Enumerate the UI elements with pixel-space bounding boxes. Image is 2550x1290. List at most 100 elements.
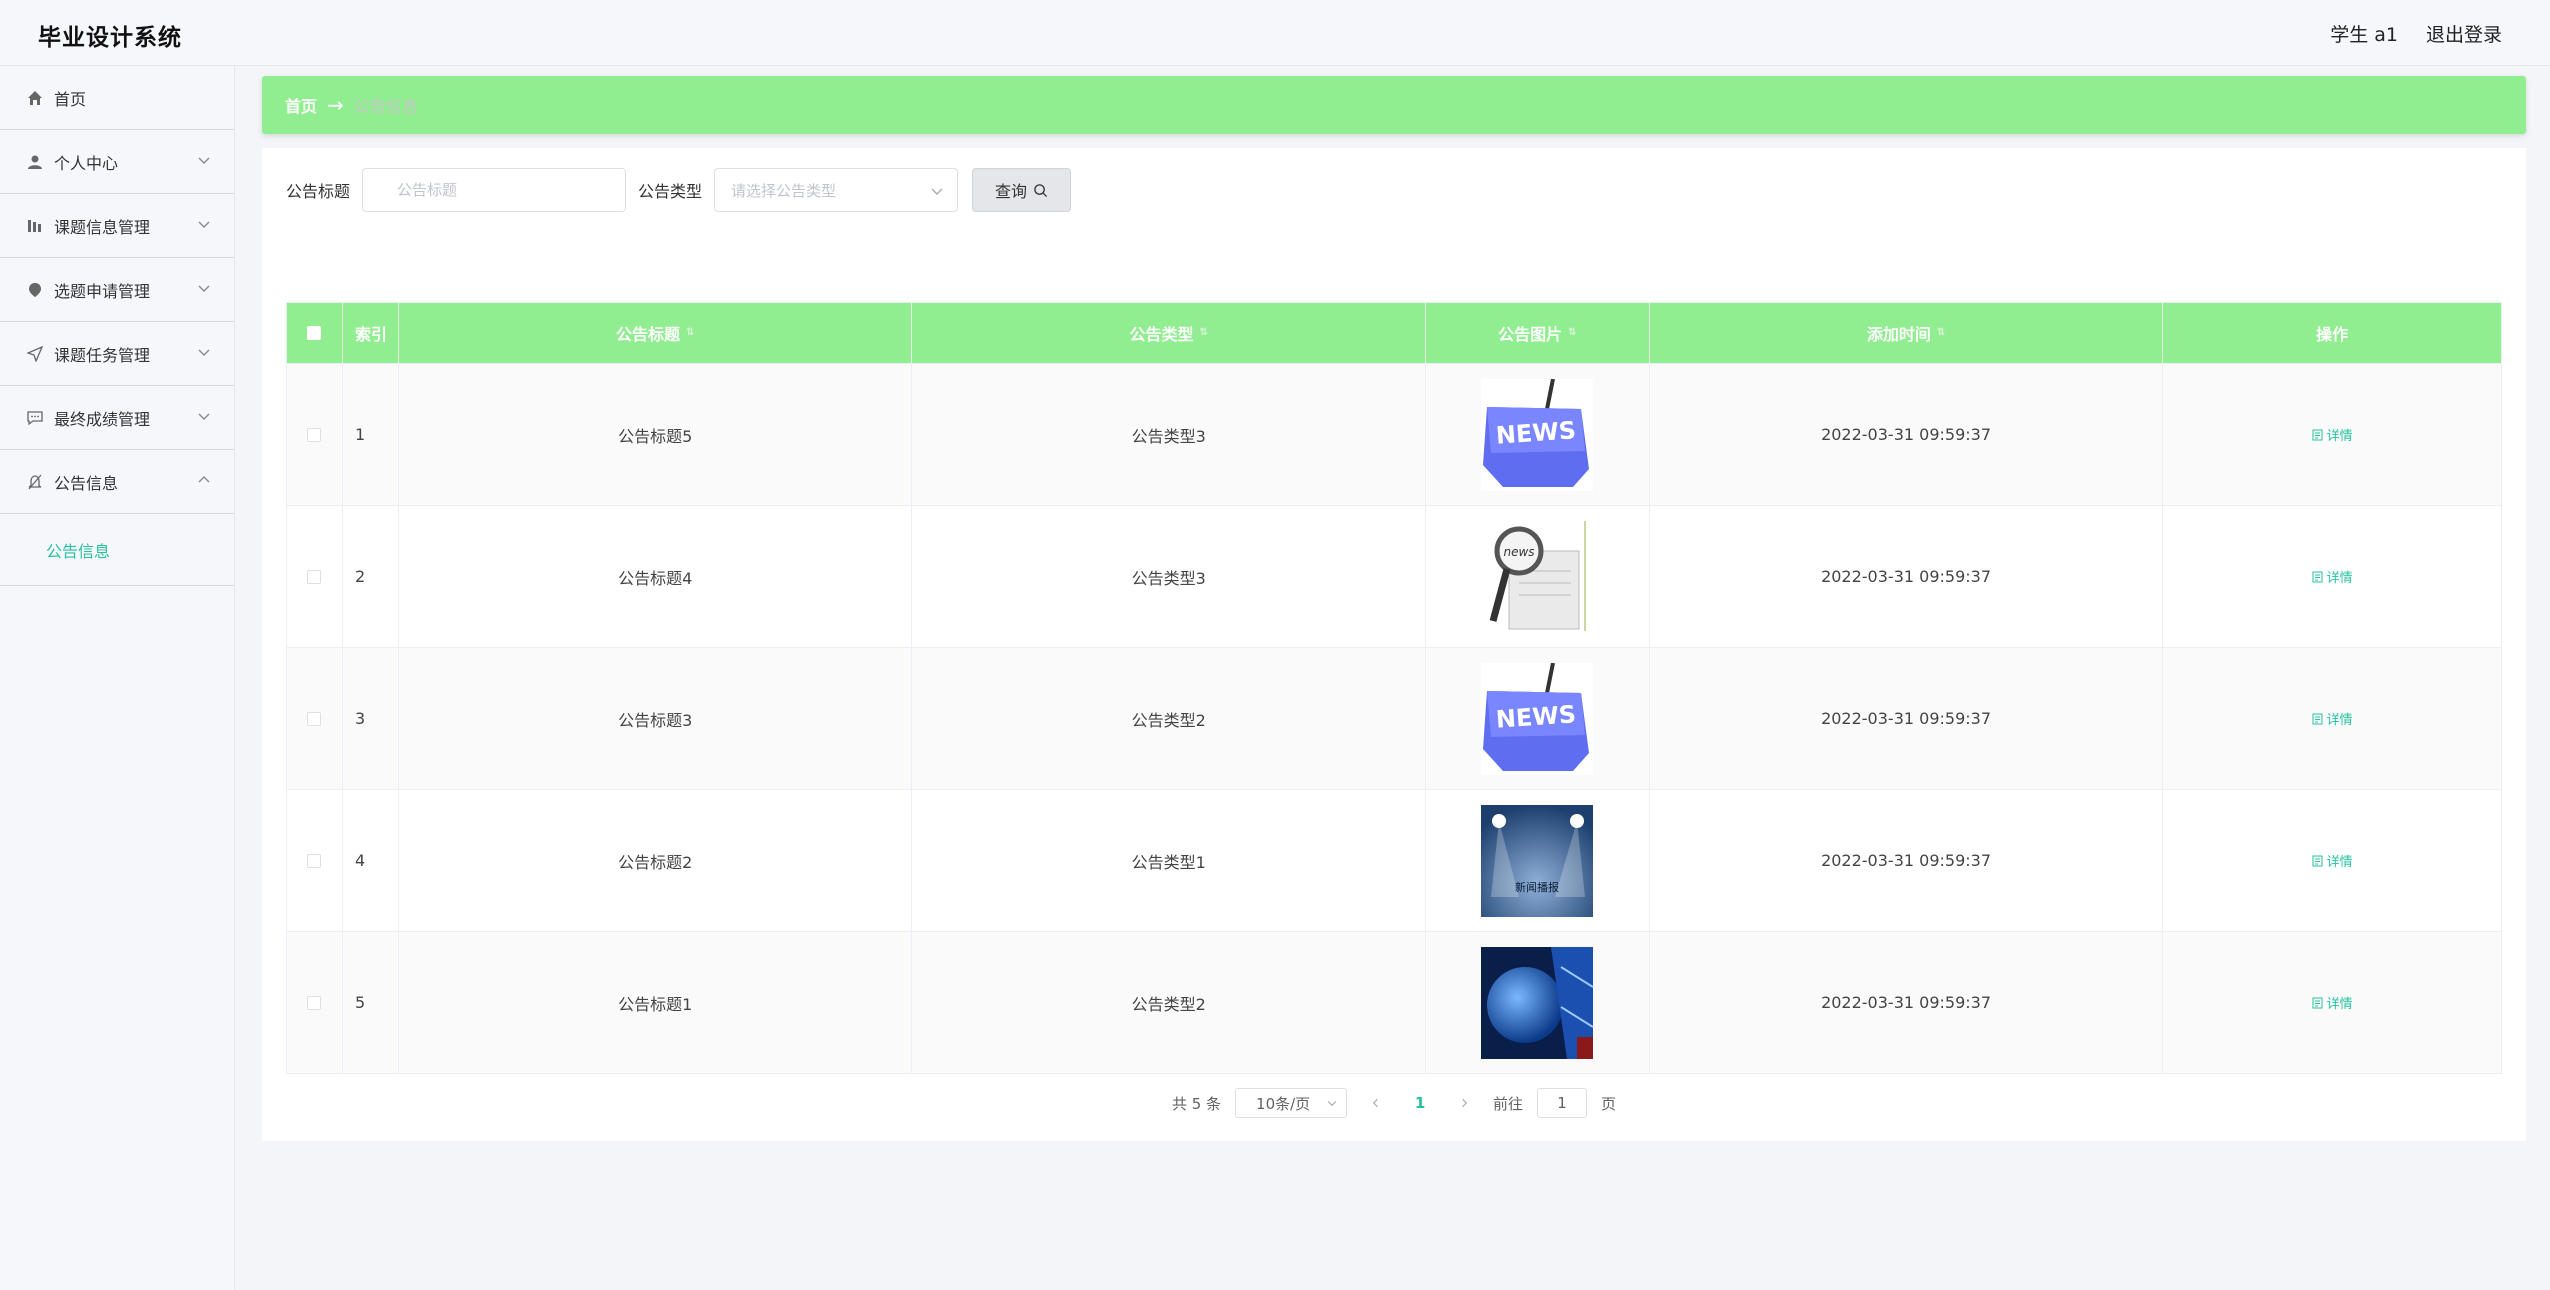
chevron-down-icon <box>198 157 210 164</box>
cell-image: NEWS <box>1426 364 1650 505</box>
row-select-cell <box>287 364 343 505</box>
column-header-type[interactable]: 公告类型 ⇅ <box>912 303 1426 363</box>
sidebar-item-home[interactable]: 首页 <box>0 66 234 130</box>
search-icon <box>1034 183 1048 197</box>
row-checkbox[interactable] <box>307 995 322 1010</box>
detail-link[interactable]: 详情 <box>2312 993 2353 1012</box>
sidebar-item-announcements[interactable]: 公告信息 <box>0 450 234 514</box>
breadcrumb: 首页 → 公告信息 <box>262 76 2526 134</box>
column-header-index: 索引 <box>343 303 399 363</box>
row-checkbox[interactable] <box>307 853 322 868</box>
cell-index: 5 <box>343 932 399 1073</box>
query-button-label: 查询 <box>995 182 1028 201</box>
announcement-image: NEWS <box>1481 662 1594 775</box>
detail-link[interactable]: 详情 <box>2312 567 2353 586</box>
table-header: 索引 公告标题 ⇅ 公告类型 ⇅ 公告图片 ⇅ 添加时间 ⇅ 操作 <box>287 303 2501 363</box>
detail-link-label: 详情 <box>2326 429 2353 444</box>
sidebar-subitem-announcements[interactable]: 公告信息 <box>0 514 234 586</box>
page-size-value: 10条/页 <box>1256 1094 1311 1113</box>
goto-page-input[interactable] <box>1537 1088 1588 1118</box>
cell-index: 4 <box>343 790 399 931</box>
home-icon <box>26 89 44 107</box>
row-checkbox[interactable] <box>307 711 322 726</box>
breadcrumb-home[interactable]: 首页 <box>285 93 317 117</box>
sidebar-item-topic-application[interactable]: 选题申请管理 <box>0 258 234 322</box>
cell-type: 公告类型1 <box>912 790 1426 931</box>
sort-icon: ⇅ <box>1936 327 1946 338</box>
announcement-image: NEWS <box>1481 378 1594 491</box>
chart-icon <box>26 217 44 235</box>
cell-title: 公告标题3 <box>399 648 913 789</box>
table-row: 3 公告标题3 公告类型2 NEWS 2022-03-31 09:59:37 详情 <box>287 647 2501 789</box>
column-header-time[interactable]: 添加时间 ⇅ <box>1650 303 2164 363</box>
sidebar-item-label: 首页 <box>54 89 87 109</box>
row-checkbox[interactable] <box>307 427 322 442</box>
main-panel: 公告标题 公告类型 请选择公告类型 查询 索引 公告标题 ⇅ 公告类型 ⇅ 公告图片… <box>262 148 2526 1141</box>
select-all-checkbox[interactable] <box>307 326 322 340</box>
current-user: 学生 a1 <box>2330 24 2398 46</box>
prev-page-button[interactable] <box>1361 1088 1391 1118</box>
type-select[interactable]: 请选择公告类型 <box>714 168 959 212</box>
announcement-image: news <box>1481 520 1594 633</box>
cell-title: 公告标题2 <box>399 790 913 931</box>
cell-type: 公告类型3 <box>912 506 1426 647</box>
document-icon <box>2312 571 2323 582</box>
type-select-placeholder: 请选择公告类型 <box>731 181 837 200</box>
cell-type: 公告类型3 <box>912 364 1426 505</box>
cell-image: 新闻播报 <box>1426 790 1650 931</box>
sidebar-item-final-score[interactable]: 最终成绩管理 <box>0 386 234 450</box>
title-search-input[interactable] <box>362 168 627 212</box>
type-select-label: 公告类型 <box>638 182 703 201</box>
select-all-cell <box>287 303 343 363</box>
svg-text:新闻播报: 新闻播报 <box>1515 880 1559 894</box>
detail-link[interactable]: 详情 <box>2312 425 2353 444</box>
cell-image <box>1426 932 1650 1073</box>
row-select-cell <box>287 506 343 647</box>
chevron-down-icon <box>931 188 943 195</box>
cell-title: 公告标题4 <box>399 506 913 647</box>
table-row: 1 公告标题5 公告类型3 NEWS 2022-03-31 09:59:37 详情 <box>287 363 2501 505</box>
cell-action: 详情 <box>2163 932 2501 1073</box>
chevron-down-icon <box>198 349 210 356</box>
cell-image: news <box>1426 506 1650 647</box>
table-row: 5 公告标题1 公告类型2 2022-03-31 09:59:37 详情 <box>287 931 2501 1073</box>
breadcrumb-arrow: → <box>327 93 344 117</box>
user-icon <box>26 153 44 171</box>
detail-link-label: 详情 <box>2326 571 2353 586</box>
top-header: 毕业设计系统 学生 a1 退出登录 <box>0 0 2550 66</box>
goto-prefix: 前往 <box>1493 1094 1524 1113</box>
detail-link-label: 详情 <box>2326 855 2353 870</box>
bell-off-icon <box>26 473 44 491</box>
page-size-select[interactable]: 10条/页 <box>1235 1088 1348 1118</box>
pagination: 共 5 条 10条/页 1 前往 页 <box>262 1088 2526 1118</box>
sort-icon: ⇅ <box>1568 327 1577 338</box>
send-icon <box>26 345 44 363</box>
cell-type: 公告类型2 <box>912 648 1426 789</box>
page-number-current[interactable]: 1 <box>1405 1088 1435 1118</box>
logout-button[interactable]: 退出登录 <box>2426 20 2502 47</box>
table-row: 4 公告标题2 公告类型1 新闻播报 2022-03-31 09:59:37 详情 <box>287 789 2501 931</box>
column-header-label: 公告图片 <box>1498 325 1563 344</box>
sidebar-item-topic-task[interactable]: 课题任务管理 <box>0 322 234 386</box>
app-title: 毕业设计系统 <box>38 25 182 51</box>
chevron-down-icon <box>1327 1101 1337 1107</box>
sidebar-item-profile[interactable]: 个人中心 <box>0 130 234 194</box>
detail-link[interactable]: 详情 <box>2312 709 2353 728</box>
announcement-table: 索引 公告标题 ⇅ 公告类型 ⇅ 公告图片 ⇅ 添加时间 ⇅ 操作 1 公告标题5 公告类型… <box>286 302 2502 1074</box>
chevron-down-icon <box>198 413 210 420</box>
detail-link[interactable]: 详情 <box>2312 851 2353 870</box>
cell-time: 2022-03-31 09:59:37 <box>1650 364 2164 505</box>
sidebar-item-topic-info[interactable]: 课题信息管理 <box>0 194 234 258</box>
next-page-button[interactable] <box>1449 1088 1479 1118</box>
announcement-image <box>1481 946 1594 1059</box>
document-icon <box>2312 997 2323 1008</box>
row-checkbox[interactable] <box>307 569 322 584</box>
column-header-label: 公告标题 <box>615 325 680 344</box>
announcement-image: 新闻播报 <box>1481 804 1594 917</box>
column-header-title[interactable]: 公告标题 ⇅ <box>399 303 913 363</box>
cell-index: 3 <box>343 648 399 789</box>
cell-time: 2022-03-31 09:59:37 <box>1650 506 2164 647</box>
query-button[interactable]: 查询 <box>972 168 1072 212</box>
column-header-image[interactable]: 公告图片 ⇅ <box>1426 303 1650 363</box>
cell-title: 公告标题1 <box>399 932 913 1073</box>
